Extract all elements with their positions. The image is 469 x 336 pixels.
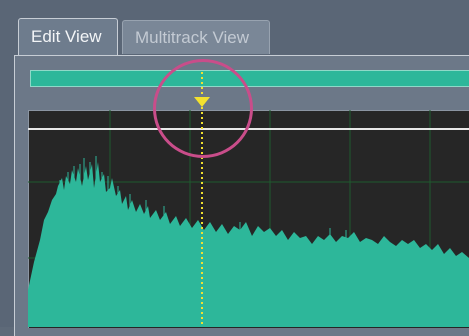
audio-editor-window: Edit View Multitrack View: [0, 0, 469, 336]
waveform-shape: [28, 162, 469, 327]
waveform-graphics: [28, 72, 469, 327]
playhead-marker-icon[interactable]: [194, 97, 210, 107]
